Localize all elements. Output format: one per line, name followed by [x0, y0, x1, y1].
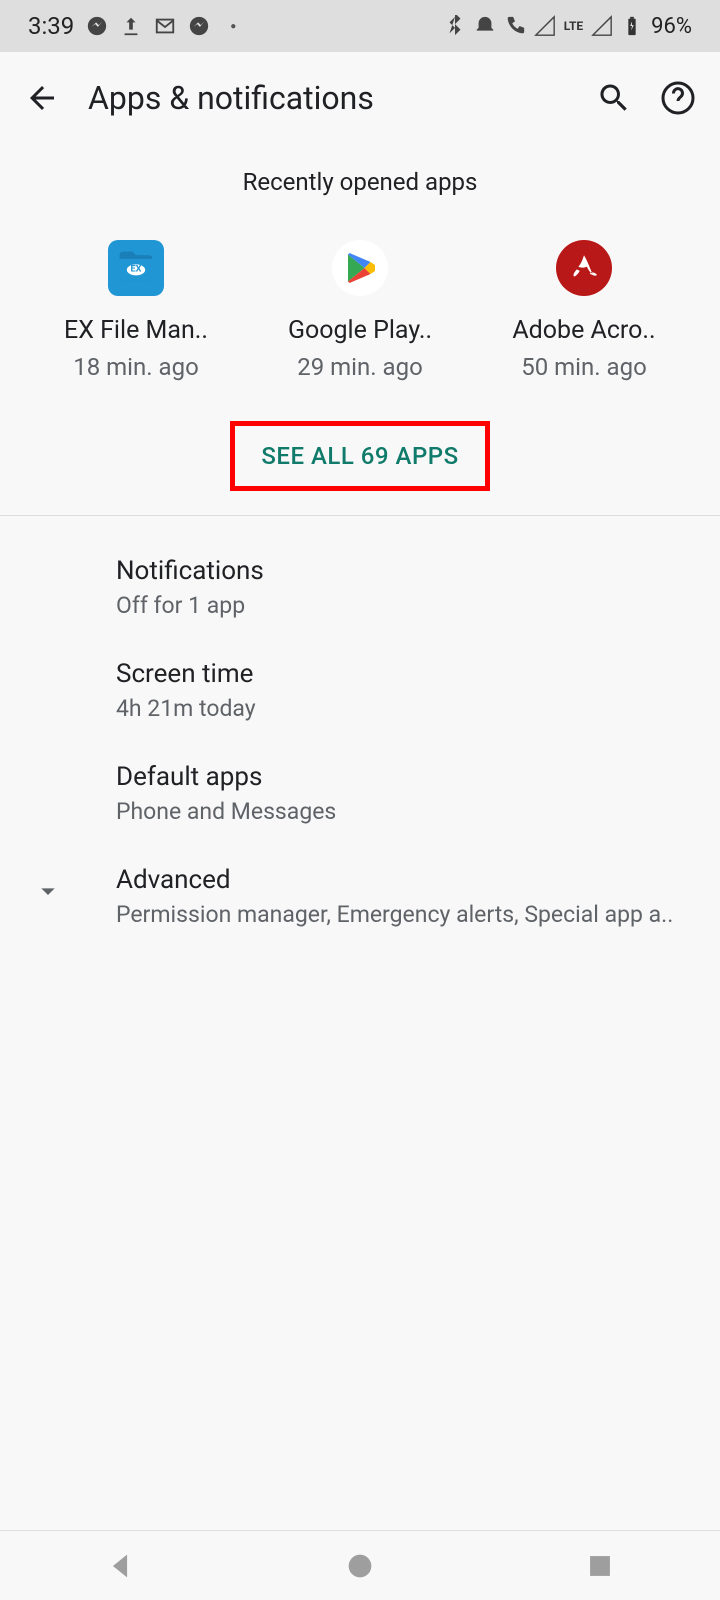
- setting-advanced[interactable]: Advanced Permission manager, Emergency a…: [0, 845, 720, 948]
- battery-percent: 96%: [651, 14, 692, 39]
- status-bar: 3:39 ● LTE 9: [0, 0, 720, 52]
- page-title: Apps & notifications: [88, 79, 568, 117]
- dot-icon: ●: [222, 15, 244, 37]
- signal-2-icon: [591, 15, 613, 37]
- app-name-label: Adobe Acro..: [512, 316, 655, 345]
- app-time-label: 18 min. ago: [73, 353, 199, 381]
- gmail-icon: [154, 15, 176, 37]
- recent-app-google-play[interactable]: Google Play.. 29 min. ago: [260, 240, 460, 381]
- setting-title: Advanced: [116, 865, 696, 895]
- app-time-label: 29 min. ago: [297, 353, 423, 381]
- messenger-icon-2: [188, 15, 210, 37]
- app-time-label: 50 min. ago: [521, 353, 647, 381]
- back-button[interactable]: [24, 80, 60, 116]
- search-button[interactable]: [596, 80, 632, 116]
- nav-back-button[interactable]: [103, 1549, 137, 1583]
- app-bar: Apps & notifications: [0, 52, 720, 144]
- see-all-apps-button[interactable]: SEE ALL 69 APPS: [230, 421, 489, 491]
- setting-default-apps[interactable]: Default apps Phone and Messages: [0, 742, 720, 845]
- setting-title: Screen time: [116, 659, 696, 689]
- signal-1-icon: [534, 15, 556, 37]
- battery-icon: [621, 15, 643, 37]
- ex-file-icon: EX: [108, 240, 164, 296]
- lte-label: LTE: [564, 19, 583, 33]
- status-time: 3:39: [28, 12, 74, 40]
- chevron-down-icon: [32, 875, 64, 907]
- recent-apps-section: Recently opened apps EX EX File Man.. 18…: [0, 144, 720, 515]
- setting-title: Default apps: [116, 762, 696, 792]
- app-name-label: EX File Man..: [64, 316, 208, 345]
- dnd-icon: [474, 15, 496, 37]
- recent-apps-header: Recently opened apps: [0, 144, 720, 220]
- google-play-icon: [332, 240, 388, 296]
- setting-subtitle: 4h 21m today: [116, 695, 696, 722]
- upload-icon: [120, 15, 142, 37]
- svg-text:EX: EX: [131, 265, 142, 275]
- setting-subtitle: Off for 1 app: [116, 592, 696, 619]
- bluetooth-icon: [444, 15, 466, 37]
- settings-list: Notifications Off for 1 app Screen time …: [0, 516, 720, 968]
- messenger-icon: [86, 15, 108, 37]
- navigation-bar: [0, 1530, 720, 1600]
- setting-screen-time[interactable]: Screen time 4h 21m today: [0, 639, 720, 742]
- help-button[interactable]: [660, 80, 696, 116]
- setting-notifications[interactable]: Notifications Off for 1 app: [0, 536, 720, 639]
- nav-home-button[interactable]: [343, 1549, 377, 1583]
- app-name-label: Google Play..: [288, 316, 432, 345]
- nav-recent-button[interactable]: [583, 1549, 617, 1583]
- setting-subtitle: Phone and Messages: [116, 798, 696, 825]
- setting-subtitle: Permission manager, Emergency alerts, Sp…: [116, 901, 696, 928]
- recent-app-ex-file[interactable]: EX EX File Man.. 18 min. ago: [36, 240, 236, 381]
- adobe-acrobat-icon: [556, 240, 612, 296]
- recent-app-adobe-acrobat[interactable]: Adobe Acro.. 50 min. ago: [484, 240, 684, 381]
- call-lte-icon: [504, 15, 526, 37]
- setting-title: Notifications: [116, 556, 696, 586]
